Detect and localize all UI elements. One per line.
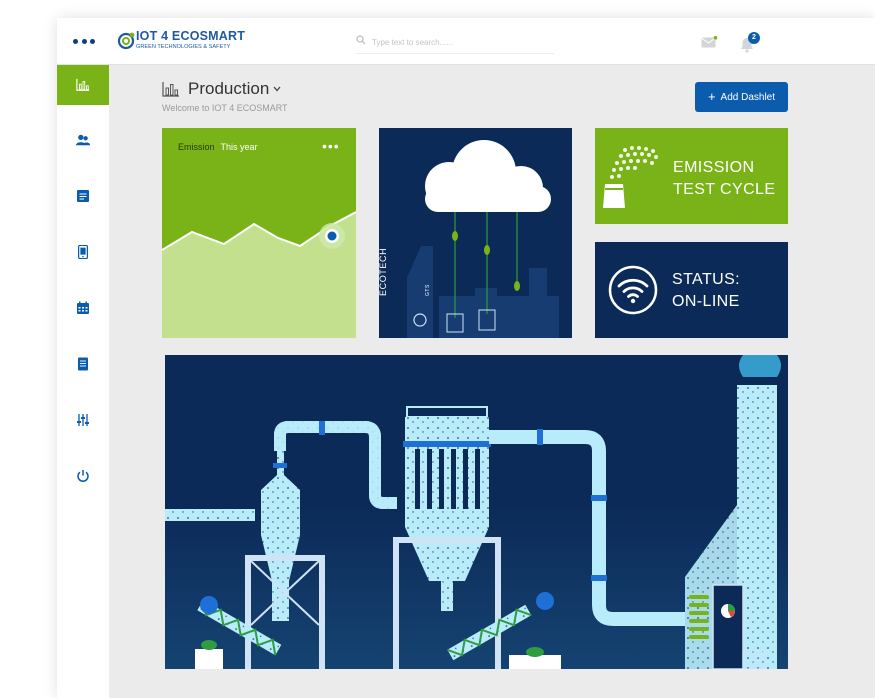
search-box (356, 32, 554, 54)
add-dashlet-button[interactable]: + Add Dashlet (695, 82, 788, 112)
tablet-icon (78, 245, 88, 259)
logo-ring-icon (117, 32, 135, 50)
cloud-connection-dashlet[interactable]: ECOTECH GTS (379, 128, 572, 338)
logo-text: IOT 4 ECOSMART (136, 29, 246, 43)
users-icon (76, 134, 90, 146)
bar-chart-icon (76, 78, 90, 91)
add-dashlet-label: Add Dashlet (720, 91, 776, 103)
invoice-icon (77, 190, 89, 202)
sidebar (57, 65, 109, 698)
ecotech-brand: ECOTECH (379, 247, 388, 296)
wifi-icon (608, 265, 658, 315)
emission-test-cycle-dashlet[interactable]: EMISSION TEST CYCLE (595, 128, 788, 224)
emission-header: Emission This year (178, 142, 258, 152)
sliders-icon (77, 414, 89, 426)
cloud-illustration (407, 140, 559, 338)
page-title: Production (188, 79, 270, 98)
plus-icon: + (707, 89, 716, 104)
test-cycle-line1: EMISSION (673, 159, 755, 176)
emission-dashlet[interactable]: Emission This year ••• (162, 128, 356, 338)
emission-label: Emission (178, 142, 215, 152)
test-cycle-line2: TEST CYCLE (673, 181, 776, 198)
search-input[interactable] (372, 34, 552, 50)
emission-area-chart (162, 211, 356, 338)
bar-chart-icon (162, 82, 179, 97)
search-icon[interactable] (356, 35, 366, 45)
factory-smoke-icon (603, 146, 658, 208)
cloud-icon (425, 140, 551, 212)
ecotech-brand-sub: GTS (425, 284, 431, 296)
top-bar: IOT 4 ECOSMART GREEN TECHNOLOGIES & SAFE… (57, 18, 875, 65)
document-icon (78, 357, 88, 371)
status-line1: STATUS: (672, 271, 740, 288)
status-line2: ON-LINE (672, 293, 740, 310)
status-text: STATUS: ON-LINE (672, 269, 740, 313)
sidebar-item-devices[interactable] (57, 232, 109, 272)
sidebar-item-calendar[interactable] (57, 288, 109, 328)
emission-period: This year (220, 142, 258, 152)
power-icon (77, 470, 89, 482)
mail-icon[interactable] (701, 36, 718, 49)
calendar-icon (77, 301, 89, 314)
notifications[interactable]: 2 (739, 32, 763, 54)
app-window: IOT 4 ECOSMART GREEN TECHNOLOGIES & SAFE… (57, 18, 875, 698)
status-dashlet[interactable]: STATUS: ON-LINE (595, 242, 788, 338)
logo[interactable]: IOT 4 ECOSMART GREEN TECHNOLOGIES & SAFE… (117, 27, 247, 57)
logo-subtitle: GREEN TECHNOLOGIES & SAFETY (136, 44, 231, 50)
notification-badge: 2 (748, 32, 760, 44)
emission-test-cycle-text: EMISSION TEST CYCLE (673, 157, 775, 201)
plant-illustration (165, 355, 788, 669)
sidebar-item-users[interactable] (57, 120, 109, 160)
sidebar-item-dashboard[interactable] (57, 65, 109, 105)
sidebar-item-logout[interactable] (57, 456, 109, 496)
plant-illustration-dashlet[interactable] (165, 355, 788, 669)
chevron-down-icon[interactable] (273, 86, 281, 92)
menu-dots-icon[interactable] (73, 34, 95, 48)
more-options-icon[interactable]: ••• (322, 139, 340, 153)
page-title-row[interactable]: Production (162, 78, 281, 100)
sidebar-item-reports[interactable] (57, 344, 109, 384)
sidebar-item-invoices[interactable] (57, 176, 109, 216)
sidebar-item-settings[interactable] (57, 400, 109, 440)
page-subtitle: Welcome to IOT 4 ECOSMART (162, 103, 288, 113)
